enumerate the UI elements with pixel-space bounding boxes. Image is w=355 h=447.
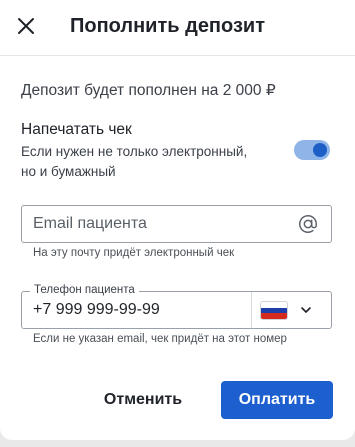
country-code-select[interactable] (251, 292, 333, 328)
email-input[interactable] (33, 206, 283, 242)
print-receipt-toggle[interactable] (294, 140, 330, 160)
print-receipt-description: Если нужен не только электронный, но и б… (21, 144, 248, 179)
toggle-knob (313, 143, 327, 157)
at-sign-icon (299, 215, 317, 233)
chevron-down-icon (301, 307, 311, 313)
russia-flag-icon (261, 302, 287, 319)
email-field[interactable] (21, 205, 332, 243)
phone-helper-text: Если не указан email, чек придёт на этот… (33, 333, 287, 345)
phone-input[interactable] (33, 292, 243, 328)
deposit-dialog: Пополнить депозит Депозит будет пополнен… (0, 0, 355, 440)
pay-button[interactable]: Оплатить (221, 381, 333, 419)
deposit-amount-text: Депозит будет пополнен на 2 000 ₽ (21, 82, 276, 99)
email-helper-text: На эту почту придёт электронный чек (33, 247, 235, 259)
print-receipt-label: Напечатать чек (21, 121, 132, 138)
close-button[interactable] (12, 12, 40, 40)
cancel-button[interactable]: Отменить (86, 381, 200, 419)
dialog-title: Пополнить депозит (70, 15, 265, 37)
phone-field[interactable]: Телефон пациента (21, 284, 333, 329)
close-icon (18, 18, 34, 34)
dialog-header: Пополнить депозит (0, 0, 355, 56)
header-divider (0, 55, 355, 56)
